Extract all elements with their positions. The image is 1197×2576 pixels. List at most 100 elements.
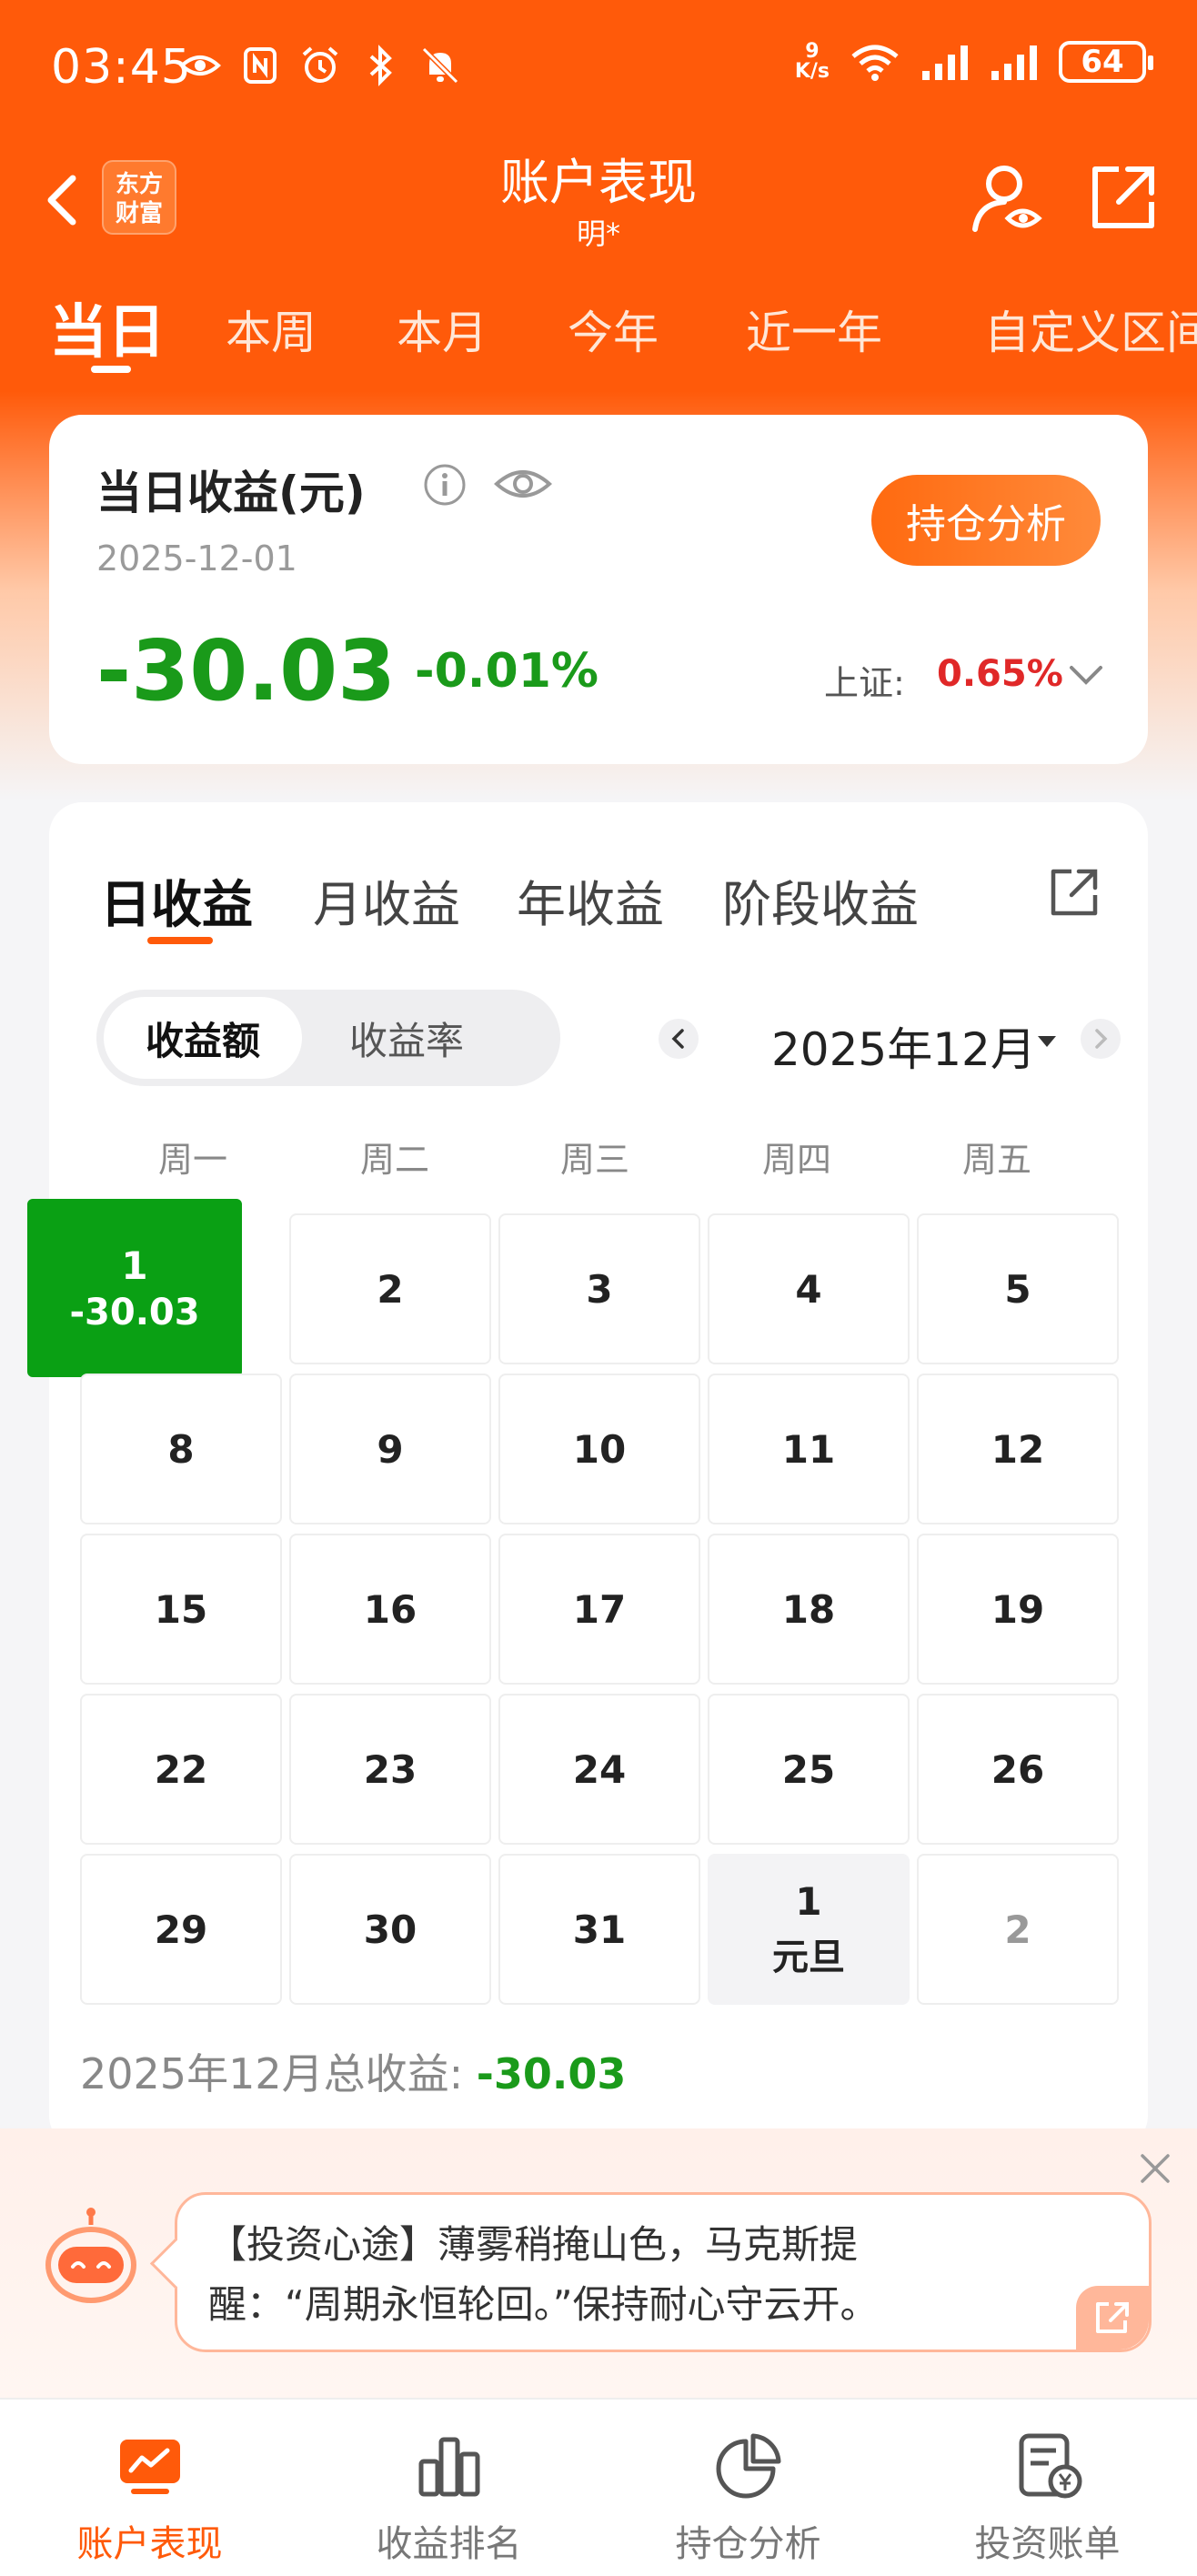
caret-down-icon[interactable] — [1033, 1028, 1061, 1055]
tab-custom-range[interactable]: 自定义区间 — [984, 297, 1197, 362]
tab-last-year[interactable]: 近一年 — [746, 297, 882, 362]
day-cell[interactable]: 9 — [289, 1374, 491, 1524]
bottom-navigation: 账户表现 收益排名 持仓分析 投资账单 — [0, 2398, 1197, 2576]
next-month-button[interactable] — [1081, 1019, 1121, 1059]
tab-period-profit[interactable]: 阶段收益 — [722, 864, 919, 936]
day-profit: -30.03 — [69, 1291, 200, 1333]
holding-analysis-button[interactable]: 持仓分析 — [871, 475, 1101, 566]
status-icons-right: 9 K/s 64 — [795, 40, 1153, 84]
day-cell[interactable]: 22 — [80, 1694, 282, 1845]
day-cell[interactable]: 15 — [80, 1534, 282, 1685]
day-cell[interactable]: 11 — [708, 1374, 910, 1524]
tip-line-1: 【投资心途】薄雾稍掩山色，马克斯提 — [208, 2222, 859, 2267]
day-number: 12 — [991, 1426, 1045, 1472]
month-label[interactable]: 2025年12月 — [771, 1013, 1036, 1079]
day-number: 10 — [572, 1426, 627, 1472]
day-cell-holiday[interactable]: 1 元旦 — [708, 1854, 910, 2005]
day-number: 5 — [1004, 1266, 1031, 1312]
tab-today[interactable]: 当日 — [49, 286, 166, 369]
signal-2-icon — [991, 45, 1037, 80]
day-cell[interactable]: 16 — [289, 1534, 491, 1685]
nav-label: 投资账单 — [974, 2523, 1121, 2565]
metric-segmented-control: 收益额 收益率 — [96, 990, 560, 1086]
bar-chart-icon — [418, 2437, 480, 2497]
day-cell[interactable]: 4 — [708, 1213, 910, 1364]
nav-account-performance[interactable]: 账户表现 — [0, 2400, 299, 2576]
day-number: 2 — [377, 1266, 404, 1312]
day-number: 1 — [795, 1878, 822, 1924]
day-cell[interactable]: 12 — [917, 1374, 1119, 1524]
tab-this-month[interactable]: 本月 — [397, 297, 488, 362]
index-value: 0.65% — [937, 653, 1063, 695]
day-cell[interactable]: 25 — [708, 1694, 910, 1845]
segment-profit-amount[interactable]: 收益额 — [104, 997, 302, 1079]
day-cell[interactable]: 3 — [498, 1213, 700, 1364]
battery-icon: 64 — [1059, 41, 1153, 83]
prev-month-button[interactable] — [659, 1019, 699, 1059]
daily-profit-amount: -30.03 — [96, 622, 397, 719]
bluetooth-icon — [369, 45, 392, 86]
tab-underline — [91, 366, 131, 373]
tip-bubble[interactable]: 【投资心途】薄雾稍掩山色，马克斯提 醒：“周期永恒轮回。”保持耐心守云开。 — [175, 2192, 1152, 2352]
day-number: 11 — [781, 1426, 836, 1472]
mute-bell-icon — [421, 46, 459, 85]
info-icon[interactable] — [422, 462, 468, 508]
day-cell[interactable]: 8 — [80, 1374, 282, 1524]
weekday-fri: 周五 — [961, 1140, 1031, 1180]
close-icon[interactable] — [1137, 2150, 1173, 2187]
day-cell[interactable]: 23 — [289, 1694, 491, 1845]
day-cell-selected[interactable]: 1 -30.03 — [27, 1199, 242, 1377]
nav-label: 持仓分析 — [675, 2523, 821, 2565]
tab-monthly-profit[interactable]: 月收益 — [313, 864, 460, 936]
nav-investment-bill[interactable]: 投资账单 — [898, 2400, 1197, 2576]
day-cell-next-month[interactable]: 2 — [917, 1854, 1119, 2005]
day-cell[interactable]: 10 — [498, 1374, 700, 1524]
status-bar: 03:45 9 K/s 64 — [0, 0, 1197, 146]
day-number: 25 — [781, 1746, 836, 1792]
day-cell[interactable]: 5 — [917, 1213, 1119, 1364]
day-number: 23 — [363, 1746, 417, 1792]
segment-profit-rate[interactable]: 收益率 — [307, 997, 506, 1079]
share-icon[interactable] — [1044, 862, 1104, 922]
day-cell[interactable]: 30 — [289, 1854, 491, 2005]
eye-icon[interactable] — [493, 460, 553, 508]
net-speed: 9 K/s — [795, 42, 830, 82]
day-cell[interactable]: 26 — [917, 1694, 1119, 1845]
day-cell[interactable]: 24 — [498, 1694, 700, 1845]
day-cell[interactable]: 19 — [917, 1534, 1119, 1685]
tab-this-week[interactable]: 本周 — [226, 297, 317, 362]
tab-daily-profit[interactable]: 日收益 — [100, 864, 253, 938]
day-cell[interactable]: 18 — [708, 1534, 910, 1685]
open-link-icon[interactable] — [1076, 2286, 1149, 2350]
day-number: 19 — [991, 1586, 1045, 1632]
day-number: 8 — [167, 1426, 195, 1472]
chevron-right-icon — [1095, 1029, 1108, 1049]
nav-profit-ranking[interactable]: 收益排名 — [299, 2400, 598, 2576]
day-number: 9 — [377, 1426, 404, 1472]
chevron-down-icon[interactable] — [1064, 653, 1108, 697]
robot-assistant-icon[interactable] — [40, 2207, 142, 2309]
user-eye-icon[interactable] — [968, 156, 1050, 238]
summary-date: 2025-12-01 — [96, 538, 297, 579]
signal-icon — [922, 45, 968, 80]
revenue-tab-underline — [147, 937, 213, 944]
month-total-value: -30.03 — [476, 2049, 627, 2098]
nfc-icon — [244, 47, 277, 84]
tab-this-year[interactable]: 今年 — [568, 297, 659, 362]
day-cell[interactable]: 2 — [289, 1213, 491, 1364]
net-speed-unit: K/s — [794, 60, 830, 83]
pie-chart-icon — [716, 2433, 781, 2499]
tab-yearly-profit[interactable]: 年收益 — [517, 864, 664, 936]
day-cell[interactable]: 29 — [80, 1854, 282, 2005]
day-number: 18 — [781, 1586, 836, 1632]
nav-holding-analysis[interactable]: 持仓分析 — [598, 2400, 898, 2576]
day-cell[interactable]: 31 — [498, 1854, 700, 2005]
status-icons-left — [178, 44, 462, 87]
nav-label: 收益排名 — [376, 2523, 522, 2565]
chevron-left-icon — [671, 1029, 684, 1049]
status-time: 03:45 — [51, 40, 192, 95]
nav-label: 账户表现 — [76, 2523, 223, 2565]
external-share-icon[interactable] — [1082, 156, 1164, 238]
investment-tip-banner: 【投资心途】薄雾稍掩山色，马克斯提 醒：“周期永恒轮回。”保持耐心守云开。 — [0, 2128, 1197, 2398]
day-cell[interactable]: 17 — [498, 1534, 700, 1685]
